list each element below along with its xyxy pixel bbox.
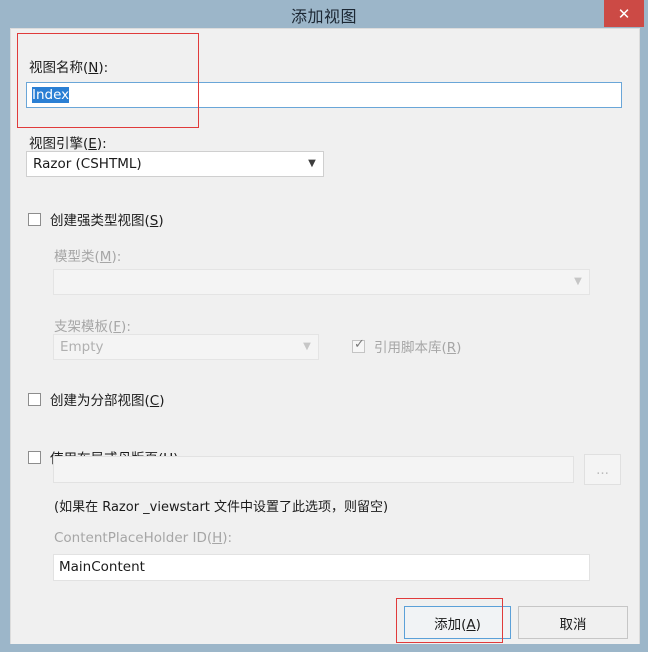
view-name-label: 视图名称(N): — [29, 60, 109, 76]
contentplaceholder-id-input[interactable]: MainContent — [53, 554, 590, 581]
model-class-select[interactable]: ▼ — [53, 269, 590, 295]
close-icon[interactable]: ✕ — [604, 0, 644, 27]
chevron-down-icon: ▼ — [308, 158, 316, 169]
layout-path-input[interactable] — [53, 456, 574, 483]
view-engine-label: 视图引擎(E): — [29, 136, 107, 152]
view-name-value: Index — [32, 87, 70, 103]
view-engine-value: Razor (CSHTML) — [33, 156, 142, 172]
chevron-down-icon: ▼ — [574, 276, 582, 287]
create-strongly-typed-view-checkbox[interactable]: 创建强类型视图(S) — [28, 209, 164, 229]
chevron-down-icon: ▼ — [303, 341, 311, 352]
create-as-partial-view-label: 创建为分部视图(C) — [50, 393, 165, 409]
checkbox-checked-icon: ✓ — [352, 336, 365, 353]
add-button[interactable]: 添加(A) — [404, 606, 511, 639]
title-bar: 添加视图 ✕ — [0, 0, 648, 28]
scaffold-template-select[interactable]: Empty ▼ — [53, 334, 319, 360]
scaffold-template-label: 支架模板(F): — [54, 319, 131, 335]
add-button-label: 添加(A) — [434, 616, 481, 633]
create-as-partial-view-checkbox[interactable]: 创建为分部视图(C) — [28, 389, 165, 409]
checkbox-icon — [28, 212, 41, 226]
layout-hint-text: (如果在 Razor _viewstart 文件中设置了此选项，则留空) — [54, 500, 389, 515]
cancel-button[interactable]: 取消 — [518, 606, 628, 639]
reference-script-libraries-checkbox[interactable]: ✓ 引用脚本库(R) — [352, 336, 461, 356]
add-view-dialog-window: 添加视图 ✕ 视图名称(N): Index 视图引擎(E): Razor (CS… — [0, 0, 648, 652]
view-name-input[interactable]: Index — [26, 82, 622, 108]
create-strongly-typed-view-label: 创建强类型视图(S) — [50, 213, 164, 229]
reference-script-libraries-label: 引用脚本库(R) — [374, 340, 462, 356]
contentplaceholder-id-label: ContentPlaceHolder ID(H): — [54, 530, 233, 546]
dialog-title: 添加视图 — [290, 7, 357, 26]
browse-layout-button[interactable]: ... — [584, 454, 621, 485]
model-class-label: 模型类(M): — [54, 249, 122, 265]
view-engine-select[interactable]: Razor (CSHTML) ▼ — [26, 151, 324, 177]
checkbox-icon — [28, 392, 41, 406]
scaffold-template-value: Empty — [60, 339, 104, 355]
dialog-body: 视图名称(N): Index 视图引擎(E): Razor (CSHTML) ▼… — [10, 28, 640, 644]
checkbox-icon — [28, 450, 41, 464]
contentplaceholder-id-value: MainContent — [59, 559, 145, 575]
